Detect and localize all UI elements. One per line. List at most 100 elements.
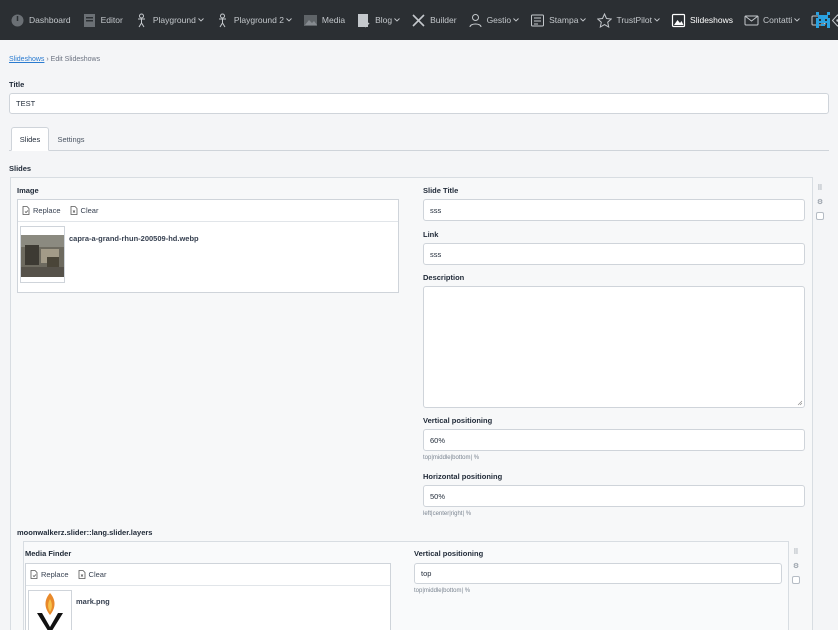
settings-icon[interactable]: ⚙ <box>817 198 823 206</box>
nav-item-label: Stampa <box>549 15 579 25</box>
chevron-down-icon <box>394 17 400 24</box>
chevron-down-icon <box>513 17 519 24</box>
nav-item-playground[interactable]: Playground <box>134 0 204 40</box>
layer-replace-button[interactable]: Replace <box>30 570 69 579</box>
breadcrumb: Slideshows › Edit Slideshows <box>9 56 100 63</box>
breadcrumb-current: Edit Slideshows <box>50 56 101 63</box>
replace-file-icon <box>22 206 30 215</box>
app-logo[interactable] <box>808 0 838 40</box>
slides-section-label: Slides <box>9 164 32 173</box>
slide-title-input[interactable]: sss <box>423 199 805 221</box>
slide-select-checkbox[interactable] <box>816 212 824 220</box>
nav-item-label: Builder <box>430 15 457 25</box>
nav-item-slideshows[interactable]: Slideshows <box>671 0 733 40</box>
layer-vertical-hint: top|middle|bottom| % <box>414 588 471 594</box>
nav-item-label: Gestio <box>486 15 512 25</box>
layer-replace-label: Replace <box>41 570 69 579</box>
image-finder-toolbar: Replace Clear <box>18 200 398 222</box>
tab-settings[interactable]: Settings <box>52 127 90 151</box>
slide-title-label: Slide Title <box>423 186 459 195</box>
vertical-positioning-label: Vertical positioning <box>423 416 493 425</box>
horizontal-positioning-input[interactable]: 50% <box>423 485 805 507</box>
nav-item-label: Contatti <box>763 15 793 25</box>
image-finder: Replace Clear <box>17 199 399 293</box>
tabs-divider <box>9 150 829 151</box>
layer-vertical-value: top <box>421 569 432 578</box>
description-textarea[interactable] <box>423 286 805 408</box>
media-finder-label: Media Finder <box>25 549 72 558</box>
layer-clear-file-icon <box>78 570 85 579</box>
editor-icon <box>82 13 97 28</box>
logo-icon <box>816 12 830 28</box>
nav-item-label: TrustPilot <box>616 15 653 25</box>
nav-item-dashboard[interactable]: Dashboard <box>10 0 71 40</box>
nav-item-blog[interactable]: Blog <box>356 0 400 40</box>
link-value: sss <box>430 249 442 259</box>
nav-item-label: Playground 2 <box>233 15 284 25</box>
nav-item-contatti[interactable]: Contatti <box>744 0 801 40</box>
layer-clear-label: Clear <box>88 570 107 579</box>
layer-vertical-input[interactable]: top <box>414 563 782 584</box>
layer-file-name[interactable]: mark.png <box>76 597 110 606</box>
layer-thumbnail[interactable] <box>28 590 72 630</box>
nav-item-gestio[interactable]: Gestio <box>468 0 520 40</box>
image-icon <box>671 13 686 28</box>
horizontal-positioning-hint: left|center|right| % <box>423 511 472 517</box>
chevron-down-icon <box>580 17 587 24</box>
media-icon <box>303 13 318 28</box>
nav-item-builder[interactable]: Builder <box>411 0 457 40</box>
clear-button[interactable]: Clear <box>70 206 99 215</box>
person-icon <box>134 13 149 28</box>
layer-vertical-label: Vertical positioning <box>414 549 484 558</box>
tab-slides[interactable]: Slides <box>11 127 49 151</box>
nav-item-editor[interactable]: Editor <box>82 0 123 40</box>
replace-label: Replace <box>33 206 61 215</box>
newspaper-icon <box>530 13 545 28</box>
replace-button[interactable]: Replace <box>22 206 61 215</box>
description-label: Description <box>423 273 465 282</box>
image-thumbnail[interactable] <box>20 226 65 283</box>
star-icon <box>597 12 613 28</box>
title-input[interactable]: TEST <box>9 93 829 114</box>
layer-clear-button[interactable]: Clear <box>78 570 107 579</box>
link-label: Link <box>423 230 439 239</box>
layer-replace-file-icon <box>30 570 38 579</box>
horizontal-positioning-value: 50% <box>430 491 446 501</box>
image-label: Image <box>17 186 39 195</box>
layer-select-checkbox[interactable] <box>792 576 800 584</box>
layer-settings-icon[interactable]: ⚙ <box>793 562 799 570</box>
link-input[interactable]: sss <box>423 243 805 265</box>
clear-file-icon <box>70 206 77 215</box>
nav-item-trustpilot[interactable]: TrustPilot <box>597 0 660 40</box>
torch-mark-icon <box>37 593 63 630</box>
nav-item-media[interactable]: Media <box>303 0 345 40</box>
media-finder-toolbar: Replace Clear <box>26 564 390 586</box>
chevron-down-icon <box>286 17 292 24</box>
user-icon <box>468 13 483 28</box>
breadcrumb-link-slideshows[interactable]: Slideshows <box>9 56 44 63</box>
nav-item-label: Editor <box>100 15 123 25</box>
layers-label: moonwalkerz.slider::lang.slider.layers <box>17 528 153 537</box>
vertical-positioning-input[interactable]: 60% <box>423 429 805 451</box>
goat-photo-icon <box>21 235 64 277</box>
nav-item-label: Dashboard <box>29 15 71 25</box>
chevron-down-icon <box>654 17 660 24</box>
title-input-value: TEST <box>16 99 36 108</box>
drag-handle-icon[interactable]: ⠿ <box>817 184 822 192</box>
top-navigation: Dashboard Editor Playground Playground 2 Med… <box>0 0 838 40</box>
clear-label: Clear <box>80 206 99 215</box>
nav-item-label: Slideshows <box>690 15 734 25</box>
layer-item-tools: ⠿ ⚙ <box>789 548 803 584</box>
layer-drag-handle-icon[interactable]: ⠿ <box>793 548 798 556</box>
blog-icon <box>356 13 371 28</box>
tools-icon <box>411 13 426 28</box>
breadcrumb-separator: › <box>46 56 49 63</box>
nav-item-stampa[interactable]: Stampa <box>530 0 587 40</box>
vertical-positioning-value: 60% <box>430 435 446 445</box>
title-label: Title <box>9 80 25 89</box>
nav-item-playground-2[interactable]: Playground 2 <box>215 0 292 40</box>
image-file-name[interactable]: capra-a-grand-rhun-200509-hd.webp <box>69 234 199 243</box>
horizontal-positioning-label: Horizontal positioning <box>423 472 503 481</box>
nav-item-label: Playground <box>152 15 196 25</box>
nav-item-label: Media <box>321 15 346 25</box>
